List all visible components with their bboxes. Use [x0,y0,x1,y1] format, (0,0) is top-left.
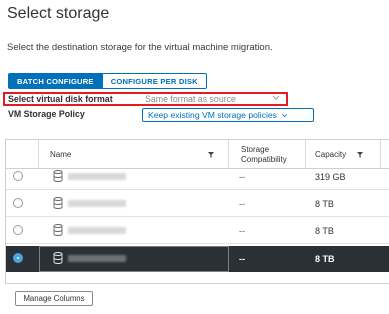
column-header-name[interactable]: Name [50,150,71,159]
cell-capacity: 8 TB [315,199,334,209]
disk-format-label: Select virtual disk format [8,94,113,104]
cell-compatibility: -- [239,199,245,209]
storage-policy-label: VM Storage Policy [8,109,85,119]
column-header-compatibility-line1: Storage [241,145,270,154]
datastore-table: Name Storage Compatibility Capacity -- 3… [5,139,389,284]
datastore-icon [53,252,63,264]
tab-configure-per-disk[interactable]: CONFIGURE PER DISK [102,73,207,89]
cell-capacity: 8 TB [315,226,334,236]
row-radio[interactable] [13,225,23,235]
column-header-capacity[interactable]: Capacity [315,150,346,159]
page-subtitle: Select the destination storage for the v… [7,42,273,53]
table-row[interactable]: -- 8 TB [6,191,389,217]
column-header-compatibility[interactable]: Storage Compatibility [241,145,287,165]
disk-format-select[interactable]: Same format as source [145,94,236,104]
cell-capacity: 319 GB [315,172,346,182]
storage-policy-value: Keep existing VM storage policies [148,110,277,120]
datastore-icon [53,170,63,182]
cell-capacity: 8 TB [315,254,335,264]
chevron-down-icon [272,93,280,103]
page-title: Select storage [7,5,110,22]
configure-mode-tabs: BATCH CONFIGURE CONFIGURE PER DISK [8,73,207,89]
redacted-datastore-name [68,200,126,207]
redacted-datastore-name [68,227,126,234]
cell-compatibility: -- [239,254,245,264]
datastore-icon [53,197,63,209]
datastore-icon [53,224,63,236]
row-radio[interactable] [13,171,23,181]
filter-icon[interactable] [208,152,214,158]
chevron-down-icon [279,113,288,120]
filter-icon[interactable] [357,152,363,158]
redacted-datastore-name [68,255,126,262]
tab-batch-configure[interactable]: BATCH CONFIGURE [8,73,103,89]
storage-policy-dropdown[interactable]: Keep existing VM storage policies [142,108,314,122]
redacted-datastore-name [68,173,126,180]
cell-compatibility: -- [239,172,245,182]
row-radio[interactable] [13,198,23,208]
table-row[interactable]: -- 8 TB [6,218,389,244]
table-row-selected[interactable]: -- 8 TB [6,246,389,272]
table-row[interactable]: -- 319 GB [6,164,389,190]
row-radio-selected[interactable] [13,253,23,263]
cell-compatibility: -- [239,226,245,236]
manage-columns-button[interactable]: Manage Columns [15,291,93,306]
